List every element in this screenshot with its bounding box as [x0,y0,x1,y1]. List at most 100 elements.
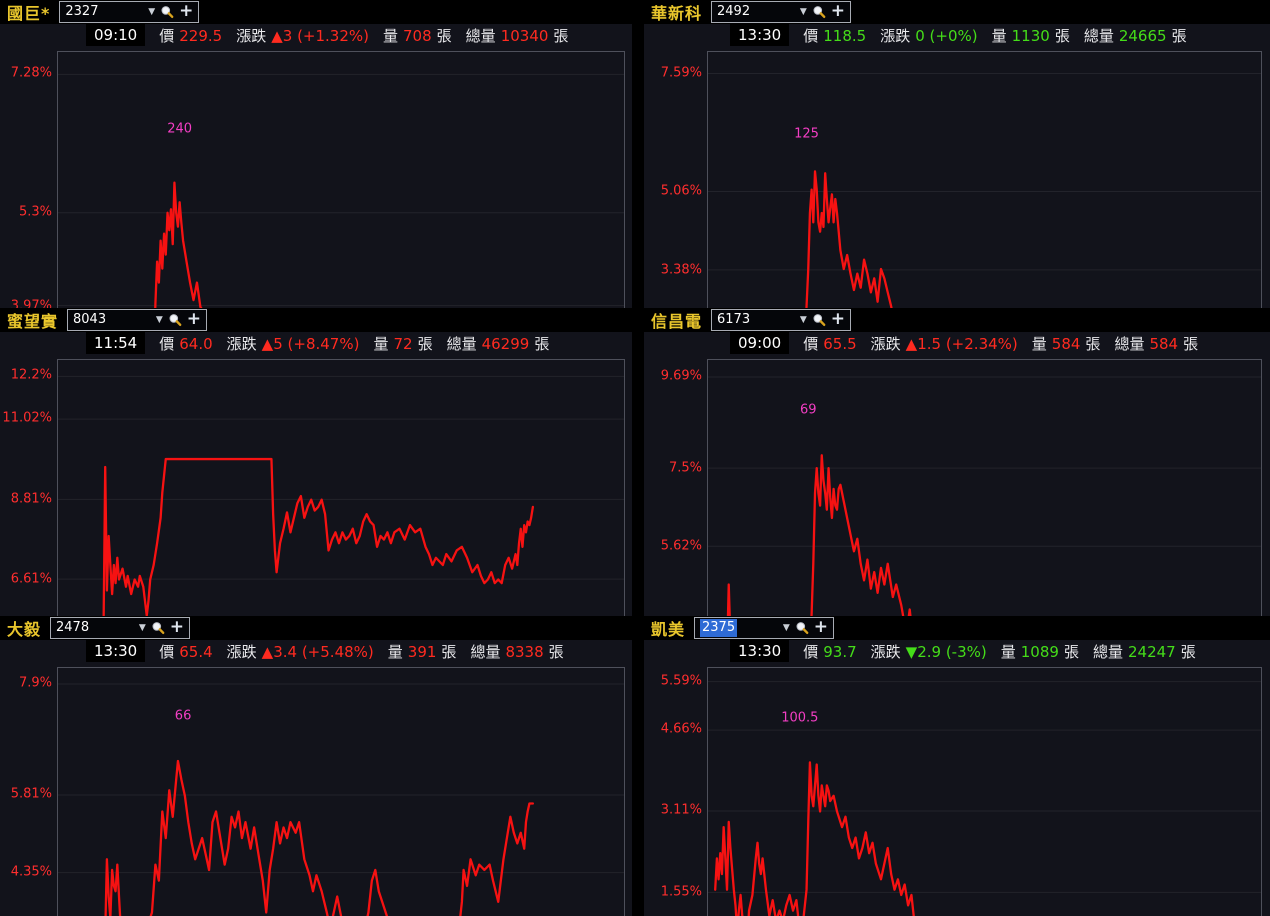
stock-code-combobox[interactable]: 6173 ▼ + [711,309,852,331]
change-group: 漲跌 ▲5 (+8.47%) [227,333,360,354]
volume-unit: 張 [1054,26,1070,45]
chevron-down-icon[interactable]: ▼ [800,315,807,325]
stock-code-combobox[interactable]: 2478 ▼ + [50,617,191,639]
plus-icon[interactable]: + [831,310,845,328]
chart-plot[interactable]: 100.593.7 [707,667,1262,916]
change-value: ▲3.4 (+5.48%) [261,642,374,661]
chevron-down-icon[interactable]: ▼ [156,315,163,325]
quote-time: 11:54 [86,332,146,354]
change-label: 漲跌 [226,642,257,661]
chart-plot[interactable]: 240227 [57,51,625,308]
price-value: 65.4 [179,642,213,661]
change-value: ▲1.5 (+2.34%) [905,334,1018,353]
chevron-down-icon[interactable]: ▼ [139,623,146,633]
plus-icon[interactable]: + [187,310,201,328]
total-volume-value: 10340 [500,26,549,45]
search-icon[interactable] [812,5,826,19]
quote-grid-row-3: 大毅 2478 ▼ + 13:30 價 65.4 漲跌 ▲3.4 (+5.48%) … [0,616,1270,916]
change-label: 漲跌 [226,334,257,353]
chevron-down-icon[interactable]: ▼ [800,7,807,17]
total-volume-group: 總量 8338 張 [470,641,563,662]
stock-name: 華新科 [651,4,703,23]
chevron-down-icon[interactable]: ▼ [783,623,790,633]
plus-icon[interactable]: + [179,2,193,20]
stock-code-combobox[interactable]: 2375 ▼ + [694,617,835,639]
price-line-below-close [65,459,533,616]
volume-group: 量 1130 張 [992,25,1070,46]
plus-icon[interactable]: + [170,618,184,636]
quote-time: 13:30 [730,24,790,46]
chart-plot[interactable]: 6661.5 [57,667,625,916]
stock-code-combobox[interactable]: 8043 ▼ + [67,309,208,331]
quote-status-bar: 13:30 價 93.7 漲跌 ▼2.9 (-3%) 量 1089 張 總量 24247 張 [644,640,1270,662]
volume-value: 1130 [1011,26,1050,45]
panel-header: 華新科 2492 ▼ + [644,0,1270,24]
panel-header: 大毅 2478 ▼ + [0,616,632,640]
column-divider [632,0,644,308]
volume-label: 量 [1031,334,1047,353]
price-line-below-close [715,455,1172,616]
search-icon[interactable] [151,621,165,635]
plus-icon[interactable]: + [814,618,828,636]
price-label: 價 [159,334,175,353]
total-volume-label: 總量 [470,642,501,661]
y-axis: 7.9%5.81%4.35%2.9%1.45%0%-1.45%-2.26% [0,667,57,916]
change-value: ▲5 (+8.47%) [261,334,360,353]
chart-area: 9.69%7.5%5.62%3.75%1.88%0%-1.88%-2.97% 6… [644,354,1270,616]
y-tick-label: 3.38% [660,262,702,278]
y-tick-label: 9.69% [660,368,702,384]
total-volume-group: 總量 24247 張 [1093,641,1196,662]
chart-plot[interactable]: 6963.3 [707,359,1262,616]
plus-icon[interactable]: + [831,2,845,20]
y-tick-label: 7.28% [10,65,52,81]
volume-value: 708 [403,26,432,45]
y-tick-label: 4.66% [660,721,702,737]
y-axis: 7.28%5.3%3.97%2.65%1.32%0% [0,51,57,308]
quote-status-bar: 11:54 價 64.0 漲跌 ▲5 (+8.47%) 量 72 張 總量 46299 張 [0,332,632,354]
search-icon[interactable] [160,5,174,19]
chevron-down-icon[interactable]: ▼ [148,7,155,17]
panel-header: 國巨* 2327 ▼ + [0,0,632,24]
total-volume-group: 總量 10340 張 [466,25,569,46]
volume-group: 量 584 張 [1032,333,1101,354]
stock-code-combobox[interactable]: 2492 ▼ + [711,1,852,23]
total-volume-label: 總量 [1083,26,1114,45]
chart-area: 12.2%11.02%8.81%6.61%4.41%2.2%0% 58.7 [0,354,632,616]
chart-area: 7.9%5.81%4.35%2.9%1.45%0%-1.45%-2.26% 66… [0,662,632,916]
stock-code-input[interactable]: 2492 [717,3,795,21]
total-volume-unit: 張 [1183,334,1199,353]
volume-group: 量 1089 張 [1001,641,1079,662]
price-value: 65.5 [823,334,857,353]
price-label: 價 [159,642,175,661]
price-line-below-close [65,183,533,308]
stock-code-combobox[interactable]: 2327 ▼ + [59,1,200,23]
price-label: 價 [803,334,819,353]
search-icon[interactable] [168,313,182,327]
day-high-label: 100.5 [781,710,819,726]
price-group: 價 65.5 [803,333,856,354]
chart-plot[interactable]: 125116.5 [707,51,1262,308]
total-volume-value: 24665 [1118,26,1167,45]
y-tick-label: 8.81% [10,491,52,507]
y-tick-label: 6.61% [10,571,52,587]
volume-unit: 張 [441,642,457,661]
search-icon[interactable] [812,313,826,327]
stock-code-input[interactable]: 2375 [700,619,738,637]
volume-label: 量 [387,642,403,661]
volume-label: 量 [383,26,399,45]
stock-code-input[interactable]: 2327 [65,3,143,21]
change-group: 漲跌 0 (+0%) [880,25,977,46]
y-tick-label: 5.06% [660,183,702,199]
stock-code-input[interactable]: 2478 [56,619,134,637]
stock-name: 大毅 [7,620,42,639]
stock-code-input[interactable]: 6173 [717,311,795,329]
total-volume-value: 46299 [481,334,530,353]
chart-plot[interactable]: 58.7 [57,359,625,616]
volume-value: 391 [407,642,437,661]
stock-code-input[interactable]: 8043 [73,311,151,329]
search-icon[interactable] [795,621,809,635]
y-tick-label: 1.55% [660,884,702,900]
change-value: 0 (+0%) [915,26,978,45]
price-value: 64.0 [179,334,213,353]
volume-unit: 張 [436,26,452,45]
